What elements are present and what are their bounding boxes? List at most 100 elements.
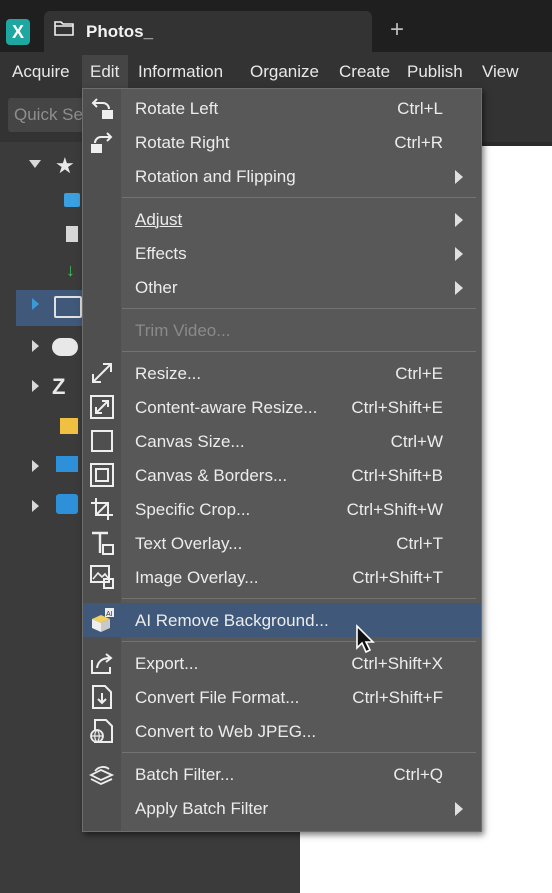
menu-item-shortcut: Ctrl+Shift+T	[352, 568, 443, 587]
menu-item-shortcut: Ctrl+Shift+F	[352, 688, 443, 707]
menu-item-adjust[interactable]: Adjust	[83, 202, 481, 236]
menu-item-canvas-borders[interactable]: Canvas & Borders... Ctrl+Shift+B	[83, 458, 481, 492]
menu-item-shortcut: Ctrl+W	[390, 432, 443, 451]
menu-item-label: Image Overlay...	[135, 568, 259, 587]
menu-item-label: Apply Batch Filter	[135, 799, 269, 818]
tab-photos[interactable]: Photos_	[44, 11, 372, 52]
menu-item-label: Content-aware Resize...	[135, 398, 318, 417]
menu-item-label: Text Overlay...	[135, 534, 243, 553]
content-aware-resize-icon	[90, 395, 114, 419]
cloud-icon	[52, 338, 78, 356]
tree-expand-arrow[interactable]	[32, 460, 39, 472]
menu-item-rotate-right[interactable]: Rotate Right Ctrl+R	[83, 125, 481, 159]
menu-item-shortcut: Ctrl+Q	[393, 765, 443, 784]
menu-item-label: Rotation and Flipping	[135, 167, 296, 186]
app-logo-icon[interactable]: X	[6, 19, 30, 45]
menu-item-label: Trim Video...	[135, 321, 231, 340]
tree-expand-arrow[interactable]	[32, 500, 39, 512]
menu-separator	[122, 752, 476, 753]
search-placeholder: Quick Se	[14, 105, 83, 124]
submenu-arrow-icon	[455, 802, 463, 816]
menu-view[interactable]: View	[482, 62, 519, 82]
menu-item-shortcut: Ctrl+R	[394, 133, 443, 152]
menu-item-label: Canvas Size...	[135, 432, 245, 451]
submenu-arrow-icon	[455, 170, 463, 184]
menu-item-specific-crop[interactable]: Specific Crop... Ctrl+Shift+W	[83, 492, 481, 526]
image-overlay-icon	[90, 565, 114, 589]
menu-item-rotation-and-flipping[interactable]: Rotation and Flipping	[83, 159, 481, 193]
new-tab-button[interactable]: +	[390, 18, 404, 42]
menu-item-label: Effects	[135, 244, 187, 263]
menu-item-label: Convert to Web JPEG...	[135, 722, 317, 741]
canvas-borders-icon	[90, 463, 114, 487]
menu-publish[interactable]: Publish	[407, 62, 463, 82]
menu-item-shortcut: Ctrl+Shift+W	[346, 500, 443, 519]
favorites-star-icon: ★	[55, 153, 75, 178]
menu-separator	[122, 197, 476, 198]
mouse-cursor-icon	[356, 624, 375, 654]
submenu-arrow-icon	[455, 281, 463, 295]
tree-expand-arrow[interactable]	[32, 340, 39, 352]
menu-item-resize[interactable]: Resize... Ctrl+E	[83, 356, 481, 390]
folder-icon	[54, 21, 74, 36]
menu-item-shortcut: Ctrl+Shift+X	[351, 654, 443, 673]
menu-item-label: Rotate Right	[135, 133, 230, 152]
menu-item-text-overlay[interactable]: Text Overlay... Ctrl+T	[83, 526, 481, 560]
canvas-size-icon	[91, 430, 113, 452]
menu-item-shortcut: Ctrl+Shift+E	[351, 398, 443, 417]
convert-format-icon	[92, 685, 112, 709]
menu-item-label: AI Remove Background...	[135, 611, 329, 630]
menu-item-image-overlay[interactable]: Image Overlay... Ctrl+Shift+T	[83, 560, 481, 594]
menu-item-label: Adjust	[135, 210, 183, 229]
menu-item-other[interactable]: Other	[83, 270, 481, 304]
text-overlay-icon	[92, 531, 114, 555]
menu-item-export[interactable]: Export... Ctrl+Shift+X	[83, 646, 481, 680]
submenu-arrow-icon	[455, 213, 463, 227]
desktop-folder-icon	[64, 193, 80, 207]
menu-create[interactable]: Create	[339, 62, 390, 82]
menu-separator	[122, 308, 476, 309]
menu-item-label: Canvas & Borders...	[135, 466, 288, 485]
resize-icon	[92, 363, 112, 383]
documents-icon	[66, 226, 78, 242]
menu-item-batch-filter[interactable]: Batch Filter... Ctrl+Q	[83, 757, 481, 791]
menu-organize[interactable]: Organize	[250, 62, 319, 82]
menu-item-content-aware-resize[interactable]: Content-aware Resize... Ctrl+Shift+E	[83, 390, 481, 424]
menu-item-rotate-left[interactable]: Rotate Left Ctrl+L	[83, 91, 481, 125]
crop-icon	[91, 498, 113, 520]
drive-icon	[54, 296, 82, 318]
tab-title: Photos_	[86, 22, 154, 41]
tree-expand-arrow[interactable]	[32, 380, 39, 392]
menu-information[interactable]: Information	[138, 62, 223, 82]
svg-text:AI: AI	[106, 611, 113, 618]
tree-expand-arrow[interactable]	[32, 298, 39, 310]
export-icon	[91, 653, 113, 674]
computer-icon	[56, 456, 78, 472]
submenu-arrow-icon	[455, 247, 463, 261]
menu-item-label: Rotate Left	[135, 99, 219, 118]
menu-item-canvas-size[interactable]: Canvas Size... Ctrl+W	[83, 424, 481, 458]
menu-separator	[122, 641, 476, 642]
menu-separator	[122, 351, 476, 352]
menu-item-label: Specific Crop...	[135, 500, 251, 519]
menu-acquire[interactable]: Acquire	[12, 62, 70, 82]
menu-item-ai-remove-background[interactable]: AI AI Remove Background...	[83, 603, 481, 637]
rotate-right-icon	[91, 132, 113, 153]
tree-expand-arrow[interactable]	[29, 160, 41, 168]
menu-item-shortcut: Ctrl+Shift+B	[351, 466, 443, 485]
ai-remove-background-icon: AI	[92, 608, 114, 632]
menu-item-label: Export...	[135, 654, 199, 673]
web-jpeg-icon	[90, 719, 113, 743]
menu-item-convert-web-jpeg[interactable]: Convert to Web JPEG...	[83, 714, 481, 748]
menu-edit[interactable]: Edit	[90, 62, 119, 82]
menu-item-apply-batch-filter[interactable]: Apply Batch Filter	[83, 791, 481, 825]
menu-item-label: Other	[135, 278, 178, 297]
menu-item-shortcut: Ctrl+E	[395, 364, 443, 383]
menu-item-convert-file-format[interactable]: Convert File Format... Ctrl+Shift+F	[83, 680, 481, 714]
menu-item-effects[interactable]: Effects	[83, 236, 481, 270]
menu-item-trim-video: Trim Video...	[83, 313, 481, 347]
zoner-cloud-icon: Z	[52, 374, 66, 399]
batch-filter-icon	[89, 766, 115, 785]
menu-item-shortcut: Ctrl+T	[396, 534, 443, 553]
downloads-icon: ↓	[66, 260, 75, 280]
